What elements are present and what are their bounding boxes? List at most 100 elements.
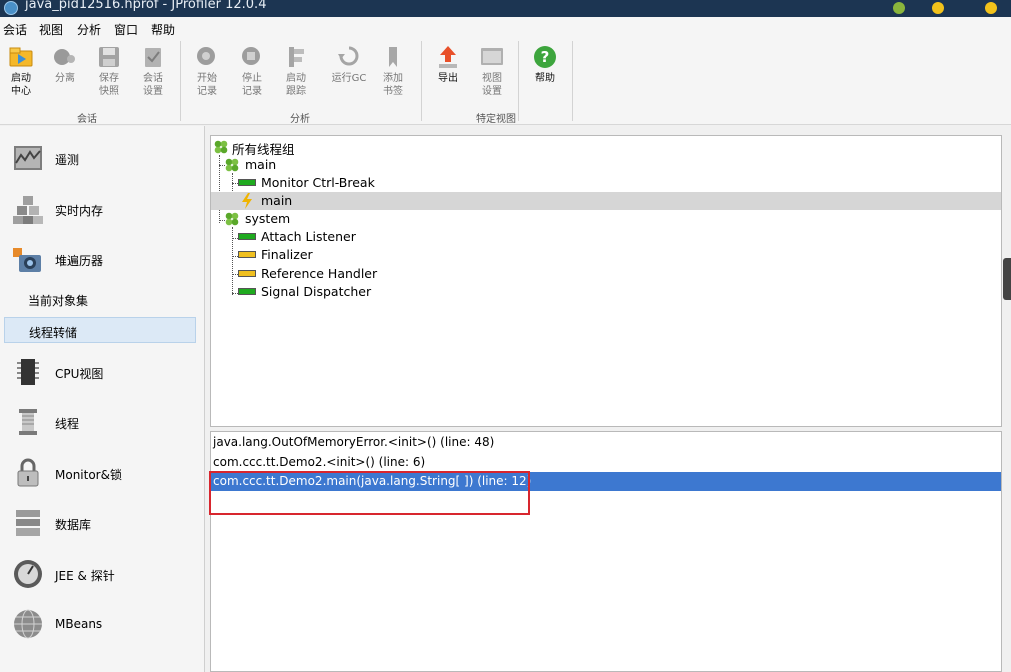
- start-tracking-button[interactable]: 启动 跟踪: [275, 43, 317, 107]
- sidebar-item-live-memory[interactable]: 实时内存: [0, 187, 205, 231]
- sidebar-item-telemetry[interactable]: 遥测: [0, 136, 205, 180]
- live-memory-icon: [13, 196, 43, 224]
- tree-row-thread-finalizer[interactable]: Finalizer: [211, 246, 1001, 264]
- tree-row-thread-main[interactable]: main: [211, 192, 1001, 210]
- stack-trace-list[interactable]: java.lang.OutOfMemoryError.<init>() (lin…: [210, 431, 1002, 672]
- window-title: java_pid12516.hprof - JProfiler 12.0.4: [25, 0, 267, 12]
- sidebar-label: JEE & 探针: [55, 569, 115, 583]
- thread-tree[interactable]: 所有线程组 main Monitor Ctrl-Break main syste…: [210, 135, 1002, 427]
- start-center-label: 启动 中心: [11, 73, 31, 97]
- start-recording-button[interactable]: 开始 记录: [186, 43, 228, 107]
- save-snapshot-icon: [99, 47, 119, 67]
- thread-waiting-icon: [238, 270, 256, 277]
- edge-scroll-handle[interactable]: [1003, 258, 1011, 300]
- save-snapshot-button[interactable]: 保存 快照: [88, 43, 130, 107]
- tree-row-label: system: [245, 211, 291, 226]
- window-maximize-dot[interactable]: [932, 2, 944, 14]
- jprofiler-app-icon: [4, 1, 18, 15]
- monitor-lock-icon: [17, 458, 39, 487]
- menu-view[interactable]: 视图: [39, 21, 63, 38]
- view-settings-label: 视图 设置: [482, 73, 502, 97]
- view-settings-button[interactable]: 视图 设置: [471, 43, 513, 107]
- menu-help[interactable]: 帮助: [151, 21, 175, 38]
- tree-row-thread-signal-dispatcher[interactable]: Signal Dispatcher: [211, 283, 1001, 301]
- lightning-icon: [242, 193, 252, 209]
- add-bookmark-icon: [389, 47, 397, 67]
- sidebar-label: 遥测: [55, 153, 80, 167]
- title-bar: java_pid12516.hprof - JProfiler 12.0.4: [0, 0, 1011, 17]
- thread-group-icon: [225, 212, 239, 226]
- group-label-session: 会话: [77, 114, 97, 125]
- tree-row-thread-reference-handler[interactable]: Reference Handler: [211, 265, 1001, 283]
- menu-bar: 会话 视图 分析 窗口 帮助: [0, 17, 1011, 39]
- add-bookmark-button[interactable]: 添加 书签: [372, 43, 414, 107]
- group-label-view-specific: 特定视图: [476, 114, 516, 125]
- start-tracking-label: 启动 跟踪: [286, 73, 306, 97]
- sidebar-item-database[interactable]: 数据库: [0, 501, 205, 545]
- sidebar-subitem-current-object-set[interactable]: 当前对象集: [4, 286, 196, 312]
- detach-icon: [54, 49, 75, 65]
- start-center-button[interactable]: 启动 中心: [0, 43, 42, 107]
- session-settings-button[interactable]: 会话 设置: [132, 43, 174, 107]
- annotation-highlight-box: [209, 471, 530, 515]
- window-minimize-dot[interactable]: [893, 2, 905, 14]
- save-snapshot-label: 保存 快照: [99, 73, 119, 97]
- tree-row-group-system[interactable]: system: [211, 210, 1001, 228]
- tree-row-all-thread-groups[interactable]: 所有线程组: [211, 138, 1001, 157]
- heap-walker-icon: [13, 248, 41, 272]
- group-label-analyze: 分析: [290, 114, 310, 125]
- run-gc-icon: [338, 46, 359, 66]
- sidebar-label: 数据库: [55, 518, 92, 532]
- thread-runnable-icon: [238, 288, 256, 295]
- export-button[interactable]: 导出: [427, 43, 469, 107]
- sidebar-label: 实时内存: [55, 204, 104, 218]
- export-icon: [439, 46, 457, 68]
- start-center-icon: [9, 47, 33, 67]
- menu-session[interactable]: 会话: [3, 21, 27, 38]
- menu-window[interactable]: 窗口: [114, 21, 138, 38]
- stop-recording-label: 停止 记录: [242, 73, 262, 97]
- help-button[interactable]: ? 帮助: [524, 43, 566, 107]
- start-recording-icon: [197, 47, 215, 65]
- start-tracking-icon: [289, 47, 304, 67]
- help-label: 帮助: [535, 73, 555, 84]
- tree-row-thread-attach-listener[interactable]: Attach Listener: [211, 228, 1001, 246]
- sidebar-item-jee-probes[interactable]: JEE & 探针: [0, 552, 205, 596]
- toolbar-separator: [518, 41, 519, 121]
- tree-row-label: Signal Dispatcher: [261, 284, 372, 299]
- jprofiler-window: java_pid12516.hprof - JProfiler 12.0.4 会…: [0, 0, 1011, 672]
- sidebar-subitem-thread-dump[interactable]: 线程转储: [4, 317, 196, 343]
- sidebar-label: 线程: [55, 417, 80, 431]
- stack-frame-row[interactable]: com.ccc.tt.Demo2.<init>() (line: 6): [211, 453, 1001, 472]
- stack-frame-text: com.ccc.tt.Demo2.<init>() (line: 6): [213, 455, 426, 469]
- stack-frame-row[interactable]: java.lang.OutOfMemoryError.<init>() (lin…: [211, 433, 1001, 452]
- detach-button[interactable]: 分离: [44, 43, 86, 107]
- window-close-dot[interactable]: [985, 2, 997, 14]
- detach-label: 分离: [55, 73, 75, 84]
- toolbar-separator: [421, 41, 422, 121]
- tree-row-label: main: [261, 193, 293, 208]
- toolbar-separator: [572, 41, 573, 121]
- tree-row-thread-monitor-ctrl-break[interactable]: Monitor Ctrl-Break: [211, 174, 1001, 192]
- session-settings-icon: [145, 48, 161, 67]
- toolbar: 启动 中心 分离 保存 快照 会话 设置 会话 开始 记录 停止 记录 启动 跟…: [0, 39, 1011, 125]
- thread-waiting-icon: [238, 251, 256, 258]
- tree-row-label: main: [245, 157, 277, 172]
- sidebar-item-mbeans[interactable]: MBeans: [0, 602, 205, 646]
- thread-group-icon: [225, 158, 239, 172]
- sidebar-item-threads[interactable]: 线程: [0, 400, 205, 444]
- sidebar-label: Monitor&锁: [55, 468, 122, 482]
- tree-row-group-main[interactable]: main: [211, 156, 1001, 174]
- mbeans-icon: [14, 609, 42, 639]
- sidebar-item-cpu-views[interactable]: CPU视图: [0, 350, 205, 394]
- thread-runnable-icon: [238, 179, 256, 186]
- tree-row-label: Finalizer: [261, 247, 313, 262]
- menu-analyze[interactable]: 分析: [77, 21, 101, 38]
- sidebar-item-heap-walker[interactable]: 堆遍历器: [0, 237, 205, 281]
- sidebar-item-monitor-lock[interactable]: Monitor&锁: [0, 451, 205, 495]
- stop-recording-button[interactable]: 停止 记录: [231, 43, 273, 107]
- run-gc-button[interactable]: 运行GC: [328, 43, 370, 107]
- tree-row-label: Attach Listener: [261, 229, 356, 244]
- run-gc-label: 运行GC: [331, 73, 367, 84]
- tree-row-label: Monitor Ctrl-Break: [261, 175, 375, 190]
